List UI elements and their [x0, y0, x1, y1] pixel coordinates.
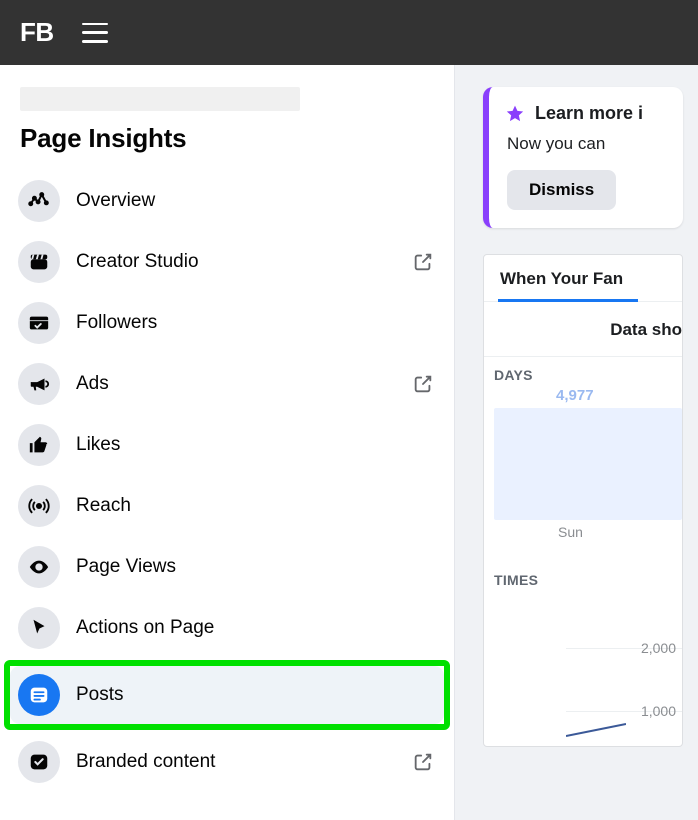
sidebar-item-page-views[interactable]: Page Views	[10, 538, 444, 596]
nav-label: Posts	[76, 684, 434, 706]
data-shown-label: Data sho	[484, 302, 682, 357]
clapper-icon	[18, 241, 60, 283]
sidebar: Page Insights Overview Creator Studio	[0, 65, 455, 820]
nav-label: Creator Studio	[76, 251, 412, 273]
page-name-placeholder	[20, 87, 300, 111]
highlight-annotation: Posts	[4, 660, 450, 730]
nav-label: Likes	[76, 434, 434, 456]
dismiss-button[interactable]: Dismiss	[507, 170, 616, 210]
megaphone-icon	[18, 363, 60, 405]
fans-tab[interactable]: When Your Fan	[484, 255, 682, 302]
cursor-icon	[18, 607, 60, 649]
sidebar-item-likes[interactable]: Likes	[10, 416, 444, 474]
notice-card: Learn more i Now you can Dismiss	[483, 87, 683, 228]
branded-content-icon	[18, 741, 60, 783]
notice-title: Learn more i	[535, 103, 643, 124]
fans-online-card: When Your Fan Data sho DAYS 4,977 Sun TI…	[483, 254, 683, 747]
nav-label: Branded content	[76, 751, 412, 773]
external-link-icon	[412, 373, 434, 395]
line-path	[566, 718, 626, 738]
times-line-chart: 2,000 1,000	[494, 606, 682, 746]
analytics-icon	[18, 180, 60, 222]
sidebar-item-posts[interactable]: Posts	[10, 666, 444, 724]
sidebar-item-branded[interactable]: Branded content	[10, 733, 444, 791]
sidebar-item-overview[interactable]: Overview	[10, 172, 444, 230]
nav-list: Overview Creator Studio Followers A	[10, 172, 444, 791]
nav-label: Reach	[76, 495, 434, 517]
nav-label: Actions on Page	[76, 617, 434, 639]
nav-label: Page Views	[76, 556, 434, 578]
followers-icon	[18, 302, 60, 344]
nav-label: Overview	[76, 190, 434, 212]
star-icon	[505, 104, 525, 124]
sidebar-item-reach[interactable]: Reach	[10, 477, 444, 535]
top-bar: FB	[0, 0, 698, 65]
hamburger-menu-icon[interactable]	[82, 23, 108, 43]
eye-icon	[18, 546, 60, 588]
broadcast-icon	[18, 485, 60, 527]
sidebar-item-ads[interactable]: Ads	[10, 355, 444, 413]
main-content: Learn more i Now you can Dismiss When Yo…	[455, 65, 698, 820]
page-title: Page Insights	[20, 123, 444, 154]
sidebar-item-followers[interactable]: Followers	[10, 294, 444, 352]
times-chart: TIMES 2,000 1,000	[484, 546, 682, 746]
days-label: DAYS	[494, 367, 682, 383]
external-link-icon	[412, 751, 434, 773]
sidebar-item-creator-studio[interactable]: Creator Studio	[10, 233, 444, 291]
times-label: TIMES	[494, 572, 682, 588]
ytick-1k: 1,000	[641, 703, 682, 719]
nav-label: Followers	[76, 312, 434, 334]
days-chart: DAYS 4,977 Sun	[484, 357, 682, 546]
days-bar-value: 4,977	[556, 387, 682, 404]
external-link-icon	[412, 251, 434, 273]
nav-label: Ads	[76, 373, 412, 395]
days-bar	[494, 408, 682, 520]
days-axis-tick: Sun	[558, 524, 682, 540]
sidebar-item-actions[interactable]: Actions on Page	[10, 599, 444, 657]
notice-subtitle: Now you can	[507, 134, 683, 154]
posts-icon	[18, 674, 60, 716]
ytick-2k: 2,000	[641, 640, 682, 656]
fb-logo[interactable]: FB	[20, 17, 54, 48]
thumbs-up-icon	[18, 424, 60, 466]
